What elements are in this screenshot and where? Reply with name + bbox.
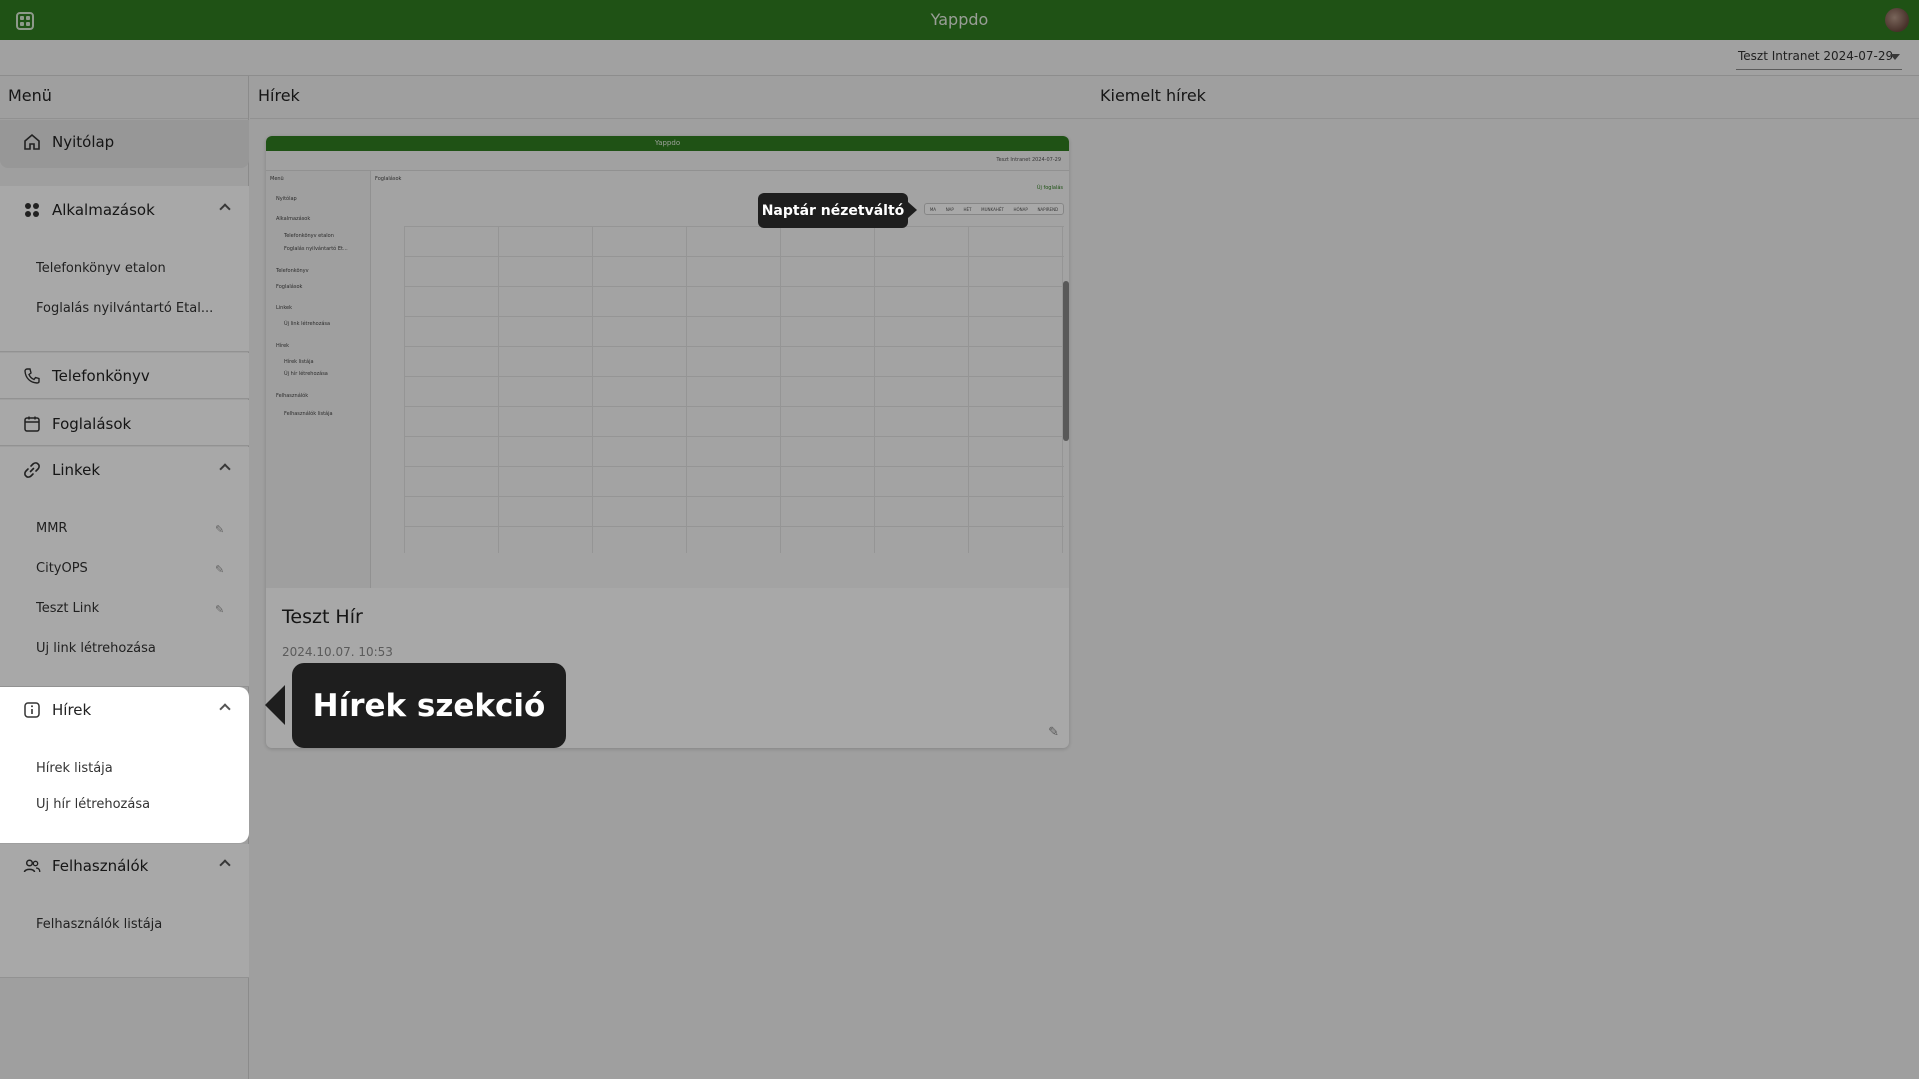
mini-side-item: Hírek listája [284,359,314,365]
sub-bar: Teszt Intranet 2024-07-29 [0,40,1919,76]
mini-side-item: Alkalmazások [276,216,311,222]
sidebar-item-create-news[interactable]: Új hír létrehozása [36,797,216,812]
sidebar: Menü Nyitólap Alkalmazások Telefonkönyv … [0,76,249,1079]
mini-intranet: Teszt Intranet 2024-07-29 [996,157,1061,163]
mini-side-item: Felhasználók listája [284,411,333,417]
mini-new-booking: Új foglalás [1036,185,1063,191]
sidebar-group-apps[interactable]: Alkalmazások [0,190,249,230]
mini-side-item: Hírek [276,343,290,349]
mini-sub-bar: Teszt Intranet 2024-07-29 [266,151,1069,171]
home-icon [22,132,42,152]
mini-side-item: Foglalások [276,284,303,290]
apps-icon [22,200,42,220]
tooltip-arrow [908,202,917,218]
link-icon [22,460,42,480]
mini-view-switcher: MA NAP HÉT MUNKAHÉT HÓNAP NAPIREND [924,203,1064,215]
edit-pencil-icon[interactable]: ✎ [1048,725,1059,740]
sidebar-title: Menü [0,76,248,119]
sidebar-item-label: Felhasználók [52,857,149,875]
sidebar-item-label: Alkalmazások [52,201,155,219]
sidebar-item-news-list[interactable]: Hírek listája [36,761,216,776]
news-card-title: Teszt Hír [282,606,363,628]
mini-view-button: MUNKAHÉT [981,206,1004,212]
featured-news-column-title: Kiemelt hírek [1092,76,1919,119]
mini-side-item: Új hír létrehozása [284,371,328,377]
dropdown-caret-icon [1890,54,1900,60]
sidebar-item-link-mmr[interactable]: MMR [36,521,216,536]
user-avatar[interactable] [1885,8,1909,32]
sidebar-item-label: Telefonkönyv [52,367,150,385]
mini-sidebar: Menü Nyitólap Alkalmazások Telefonkönyv … [266,171,371,588]
edit-pencil-icon[interactable]: ✎ [215,524,225,535]
mini-menu: Menü [270,176,284,182]
mini-main: Foglalások Új foglalás MA NAP HÉT MUNKAH… [371,171,1069,588]
sidebar-item-home[interactable]: Nyitólap [0,122,249,162]
sidebar-item-label: Foglalások [52,415,132,433]
sidebar-item-create-link[interactable]: Új link létrehozása [36,641,216,656]
edit-pencil-icon[interactable]: ✎ [215,564,225,575]
mini-view-button: MA [929,206,937,212]
app-title: Yappdo [930,10,989,29]
mini-top-bar: Yappdo [266,136,1069,151]
sidebar-item-link-teszt[interactable]: Teszt Link [36,601,216,616]
mini-side-item: Telefonkönyv etalon [284,233,334,239]
sidebar-item-label: Linkek [52,461,101,479]
users-icon [22,856,42,876]
chevron-up-icon[interactable] [219,859,231,871]
mini-side-item: Nyitólap [276,196,297,202]
mini-side-item: Linkek [276,305,293,311]
mini-view-button: NAP [945,206,954,212]
chevron-up-icon[interactable] [219,463,231,475]
mini-side-item: Felhasználók [276,393,309,399]
mini-calendar-grid [404,226,1064,553]
sidebar-item-booking-etalon[interactable]: Foglalás nyilvántartó Etal... [36,301,216,316]
sidebar-item-label: Hírek [52,701,92,719]
sidebar-item-phonebook[interactable]: Telefonkönyv [0,356,249,396]
sidebar-group-users[interactable]: Felhasználók [0,846,249,886]
tooltip-news-section: Hírek szekció [292,663,566,748]
sidebar-group-news[interactable]: Hírek Hírek listája Új hír létrehozása [0,687,249,843]
mini-view-button: HÓNAP [1013,206,1028,212]
mini-scrollbar [1063,281,1069,441]
tooltip-arrow [265,685,285,725]
sidebar-item-link-cityops[interactable]: CityOPS [36,561,216,576]
mini-side-item: Telefonkönyv [276,268,309,274]
mini-side-item: Foglalás nyilvántartó Et... [284,246,348,252]
sidebar-group-news-header[interactable]: Hírek [0,690,249,730]
mini-view-button: NAPIREND [1037,206,1059,212]
news-card-date: 2024.10.07. 10:53 [282,645,393,659]
sidebar-item-phonebook-etalon[interactable]: Telefonkönyv etalon [36,261,216,276]
sidebar-item-bookings[interactable]: Foglalások [0,404,249,444]
main-content: Hírek Kiemelt hírek Yappdo Teszt Intrane… [250,76,1919,1079]
sidebar-item-users-list[interactable]: Felhasználók listája [36,917,216,932]
info-icon [22,700,42,720]
news-column-title: Hírek [250,76,1092,119]
sidebar-item-label: Nyitólap [52,133,115,151]
intranet-select[interactable]: Teszt Intranet 2024-07-29 [1736,48,1902,70]
chevron-up-icon[interactable] [219,703,231,715]
mini-view-button: HÉT [963,206,972,212]
mini-side-item: Új link létrehozása [284,321,331,327]
intranet-select-value: Teszt Intranet 2024-07-29 [1738,49,1894,63]
calendar-icon [22,414,42,434]
sidebar-group-links[interactable]: Linkek [0,450,249,490]
tooltip-calendar-view: Naptár nézetváltó [758,193,908,228]
top-bar: Yappdo [0,0,1919,40]
mini-page-title: Foglalások [375,176,402,182]
chevron-up-icon[interactable] [219,203,231,215]
news-card-image: Yappdo Teszt Intranet 2024-07-29 Menü Ny… [266,136,1069,588]
edit-pencil-icon[interactable]: ✎ [215,604,225,615]
phone-icon [22,366,42,386]
news-card[interactable]: Yappdo Teszt Intranet 2024-07-29 Menü Ny… [266,136,1069,748]
